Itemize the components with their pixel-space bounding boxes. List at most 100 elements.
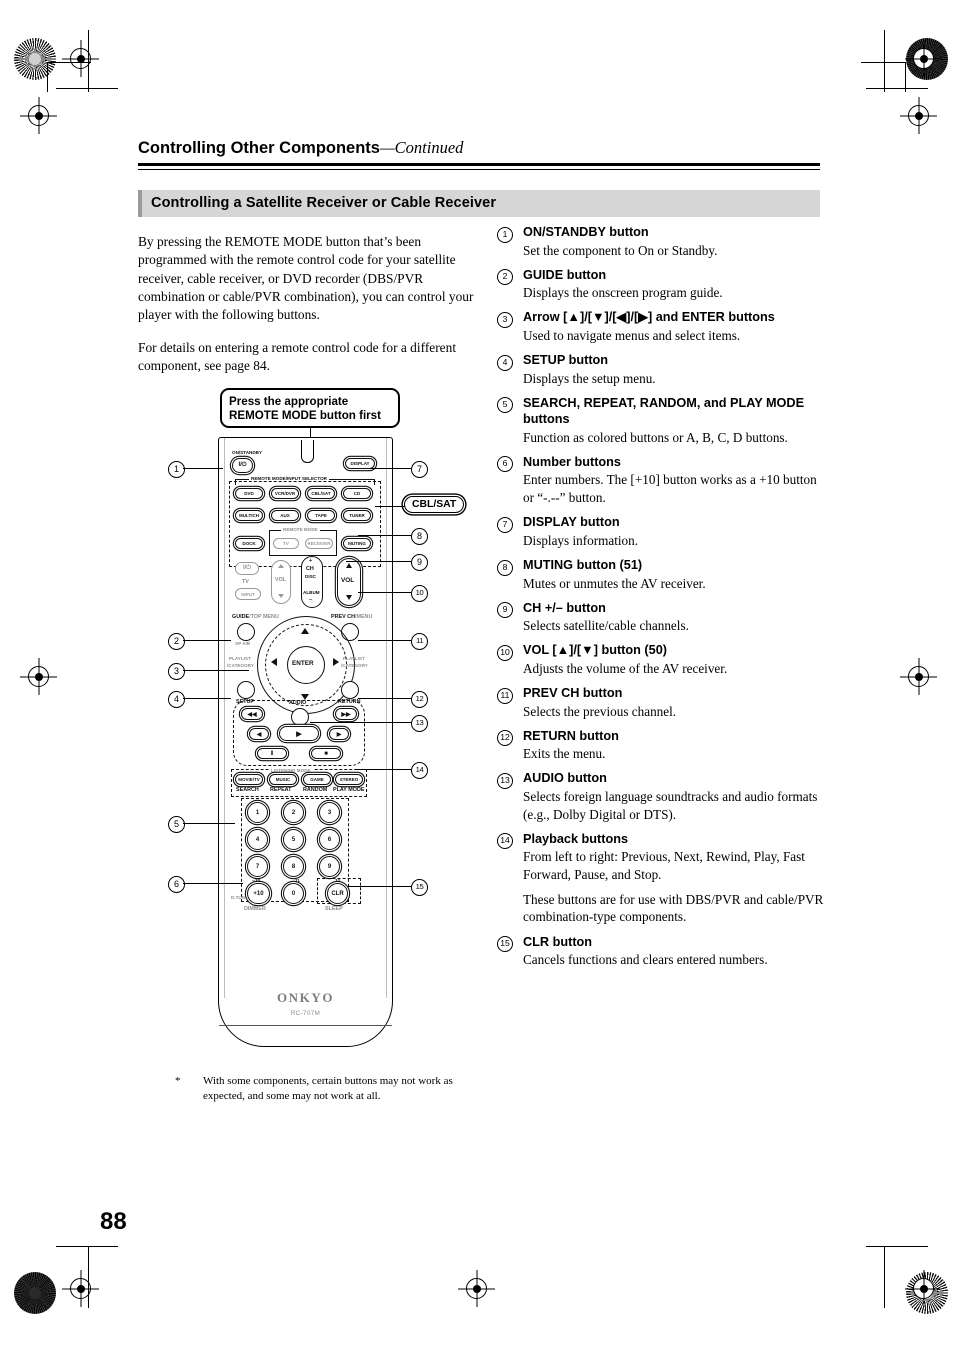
muting-button[interactable]: MUTING [343, 538, 371, 549]
play-mode-sublabel: PLAY MODE [333, 787, 365, 793]
item-number: 3 [497, 311, 513, 328]
selector-button-vcr-dvr[interactable]: VCR/DVR [271, 488, 299, 499]
callout-leader-14 [356, 769, 411, 770]
selector-button-dock[interactable]: DOCK [235, 538, 263, 549]
list-item: 6 Number buttons Enter numbers. The [+10] … [497, 454, 827, 507]
setup-button[interactable] [237, 681, 255, 699]
cbl-sat-leader [375, 506, 405, 507]
number-button-5[interactable]: 5 [283, 829, 304, 850]
callout-number-5: 5 [168, 816, 185, 833]
page-title-continued: —Continued [379, 138, 464, 157]
section-heading-band: Controlling a Satellite Receiver or Cabl… [138, 190, 820, 217]
play-button[interactable]: ▶ [279, 726, 319, 741]
registration-mark-upper-right [908, 105, 929, 126]
number-button-3[interactable]: 3 [319, 802, 340, 823]
number-button-plus10[interactable]: +10 [247, 883, 270, 904]
item-heading: PREV CH button [523, 686, 623, 701]
next-button[interactable]: ▶▶ [335, 708, 357, 720]
callout-number-3: 3 [168, 663, 185, 680]
item-number: 11 [497, 687, 513, 704]
album-label: ALBUM [303, 590, 320, 595]
registration-mark-bottom-right [913, 1278, 934, 1299]
callout-number-1: 1 [168, 461, 185, 478]
remote-mode-subgroup-label: REMOTE MODE [281, 527, 320, 532]
selector-button-dvd[interactable]: DVD [235, 488, 263, 499]
section-heading-text: Controlling a Satellite Receiver or Cabl… [151, 195, 497, 211]
number-button-0[interactable]: 0 [283, 883, 304, 904]
item-body: Enter numbers. The [+10] button works as… [523, 472, 817, 506]
guide-button[interactable] [237, 623, 255, 641]
list-item: 14 Playback buttons From left to right: Pr… [497, 831, 827, 926]
arrow-left-icon[interactable] [271, 658, 277, 666]
number-button-1[interactable]: 1 [247, 802, 268, 823]
tv-power-button[interactable]: I/⏻ [235, 562, 259, 575]
callout-leader-4 [183, 698, 231, 699]
selector-button-multich[interactable]: MULTICH [235, 510, 263, 521]
number-button-6[interactable]: 6 [319, 829, 340, 850]
item-number: 15 [497, 936, 513, 953]
previous-button[interactable]: ◀◀ [241, 708, 263, 720]
sleep-label: SLEEP [325, 906, 343, 912]
list-item: 11 PREV CH button Selects the previous cha… [497, 685, 827, 720]
return-button[interactable] [341, 681, 359, 699]
category-label-left: /CATEGORY [227, 663, 254, 668]
fast-forward-button[interactable]: ▶ [329, 728, 349, 740]
callout-number-13: 13 [411, 715, 428, 732]
list-item: 12 RETURN button Exits the menu. [497, 728, 827, 763]
remote-mode-button-receiver[interactable]: RECEIVER [305, 538, 333, 549]
crop-line [88, 30, 90, 92]
arrow-up-icon[interactable] [301, 628, 309, 634]
page-title: Controlling Other Components—Continued [138, 138, 820, 158]
selector-button-aux[interactable]: AUX [271, 510, 299, 521]
callout-number-12: 12 [411, 691, 428, 708]
item-heading: CLR button [523, 934, 593, 949]
item-heading: DISPLAY button [523, 515, 620, 530]
search-sublabel: SEARCH [236, 787, 259, 793]
tv-input-button[interactable]: INPUT [235, 588, 261, 600]
selector-button-tuner[interactable]: TUNER [343, 510, 371, 521]
number-button-7[interactable]: 7 [247, 856, 268, 877]
item-body-secondary: These buttons are for use with DBS/PVR a… [523, 891, 824, 925]
section-band-edge [138, 190, 142, 217]
number-button-4[interactable]: 4 [247, 829, 268, 850]
callout-number-14: 14 [411, 762, 428, 779]
callout-number-7: 7 [411, 461, 428, 478]
item-body: From left to right: Previous, Next, Rewi… [523, 849, 805, 882]
remote-mode-button-tv[interactable]: TV [273, 538, 299, 549]
on-standby-button[interactable]: I/⏻ [232, 458, 253, 473]
item-body: Displays the onscreen program guide. [523, 285, 723, 301]
registration-mark-top-right [913, 48, 934, 69]
sp-ab-label: SP A/B [235, 641, 251, 646]
listening-button-stereo[interactable]: STEREO [335, 774, 363, 785]
pause-button[interactable]: ‖ [257, 748, 287, 759]
zero-over-label: 11 [295, 878, 300, 883]
arrow-right-icon[interactable] [333, 658, 339, 666]
item-number: 4 [497, 354, 513, 371]
item-heading: GUIDE button [523, 267, 607, 282]
item-body: Used to navigate menus and select items. [523, 327, 741, 343]
selector-button-cbl-sat[interactable]: CBL/SAT [307, 488, 335, 499]
listening-button-game[interactable]: GAME [303, 774, 331, 785]
stop-button[interactable]: ■ [311, 748, 341, 759]
clr-button[interactable]: CLR [327, 883, 348, 904]
callout-line-2: REMOTE MODE button first [229, 409, 381, 423]
crop-line [47, 62, 49, 92]
item-body: Selects foreign language soundtracks and… [523, 788, 818, 822]
item-heading: Playback buttons [523, 831, 629, 846]
ir-emitter-window [300, 440, 314, 463]
number-button-2[interactable]: 2 [283, 802, 304, 823]
selector-button-tape[interactable]: TAPE [307, 510, 335, 521]
listening-button-movie-tv[interactable]: MOVIE/TV [235, 774, 263, 785]
callout-leader-10 [358, 592, 411, 593]
remote-mode-callout: Press the appropriate REMOTE MODE button… [220, 388, 400, 428]
title-rule-thick [138, 163, 820, 166]
number-button-9[interactable]: 9 [319, 856, 340, 877]
rewind-button[interactable]: ◀ [249, 728, 269, 740]
crop-line [884, 30, 886, 92]
number-button-8[interactable]: 8 [283, 856, 304, 877]
listening-button-music[interactable]: MUSIC [269, 774, 297, 785]
title-rule-thin [138, 168, 820, 170]
list-item: 9 CH +/– button Selects satellite/cable ch… [497, 600, 827, 635]
list-item: 2 GUIDE button Displays the onscreen progr… [497, 267, 827, 302]
selector-button-cd[interactable]: CD [343, 488, 371, 499]
